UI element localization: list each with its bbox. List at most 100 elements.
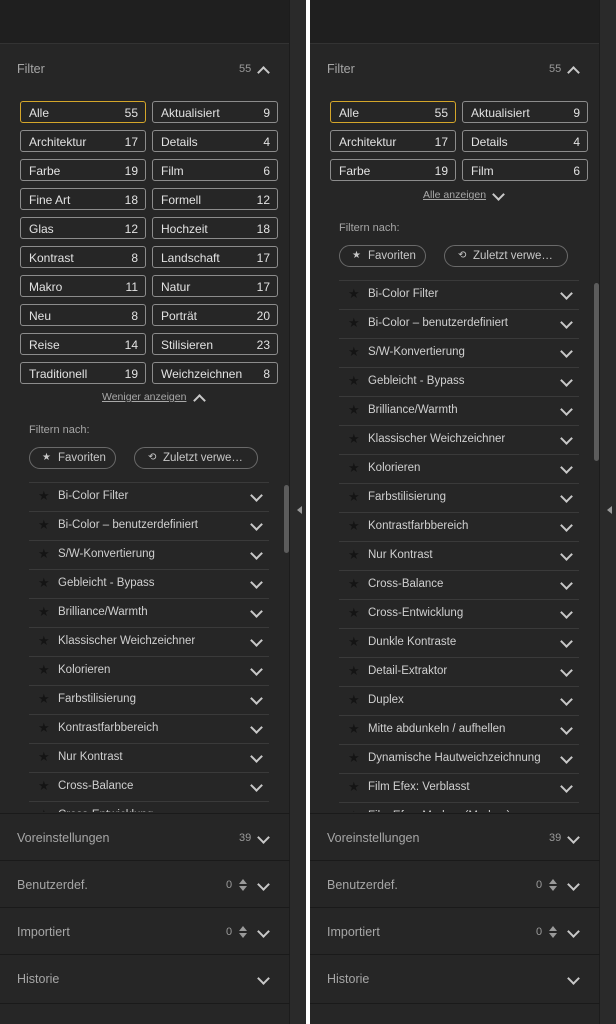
chevron-down-icon[interactable] (560, 664, 573, 677)
list-item[interactable]: ★ Cross-Balance (339, 570, 579, 599)
favorite-star-icon[interactable]: ★ (348, 663, 360, 679)
chevron-down-icon[interactable] (560, 577, 573, 590)
imported-section-title[interactable]: Importiert (17, 925, 70, 939)
filter-tag[interactable]: Aktualisiert 9 (152, 101, 278, 123)
favorite-star-icon[interactable]: ★ (38, 575, 50, 591)
filter-tag[interactable]: Weichzeichnen 8 (152, 362, 278, 384)
list-item[interactable]: ★ Bi-Color – benutzerdefiniert (29, 511, 269, 540)
scrollbar[interactable] (284, 485, 289, 553)
list-item[interactable]: ★ Brilliance/Warmth (29, 598, 269, 627)
favorite-star-icon[interactable]: ★ (348, 518, 360, 534)
history-section-title[interactable]: Historie (17, 972, 59, 986)
imported-section-title[interactable]: Importiert (327, 925, 380, 939)
chevron-up-icon[interactable] (193, 394, 206, 407)
preset-list[interactable]: ★ Bi-Color Filter ★ Bi-Color – benutzerdefi… (339, 280, 579, 812)
chevron-down-icon[interactable] (560, 780, 573, 793)
list-item[interactable]: ★ Film Efex: Modern (Marken) (339, 802, 579, 812)
chevron-down-icon[interactable] (560, 751, 573, 764)
filter-tag[interactable]: Stilisieren 23 (152, 333, 278, 355)
panel-collapse-strip[interactable] (289, 0, 306, 1024)
list-item[interactable]: ★ Cross-Balance (29, 772, 269, 801)
list-item[interactable]: ★ Kontrastfarbbereich (29, 714, 269, 743)
chevron-down-icon[interactable] (560, 693, 573, 706)
filter-tag[interactable]: Natur 17 (152, 275, 278, 297)
filter-tag[interactable]: Formell 12 (152, 188, 278, 210)
chevron-down-icon[interactable] (250, 663, 263, 676)
list-item[interactable]: ★ Kontrastfarbbereich (339, 512, 579, 541)
chevron-down-icon[interactable] (250, 605, 263, 618)
chevron-up-icon[interactable] (567, 66, 580, 79)
sort-icon[interactable] (549, 879, 557, 891)
panel-collapse-strip[interactable] (599, 0, 616, 1024)
history-section-title[interactable]: Historie (327, 972, 369, 986)
favorite-star-icon[interactable]: ★ (348, 808, 360, 812)
chevron-down-icon[interactable] (257, 878, 270, 891)
chevron-down-icon[interactable] (257, 972, 270, 985)
list-item[interactable]: ★ Dunkle Kontraste (339, 628, 579, 657)
favorite-star-icon[interactable]: ★ (38, 778, 50, 794)
show-all-link[interactable]: Alle anzeigen (423, 189, 486, 201)
favorite-star-icon[interactable]: ★ (348, 605, 360, 621)
chevron-down-icon[interactable] (567, 831, 580, 844)
list-item[interactable]: ★ S/W-Konvertierung (29, 540, 269, 569)
sort-icon[interactable] (239, 926, 247, 938)
favorite-star-icon[interactable]: ★ (348, 779, 360, 795)
favorite-star-icon[interactable]: ★ (38, 807, 50, 812)
sort-icon[interactable] (549, 926, 557, 938)
list-item[interactable]: ★ Bi-Color Filter (339, 280, 579, 309)
filter-tag[interactable]: Film 6 (462, 159, 588, 181)
chevron-down-icon[interactable] (560, 461, 573, 474)
filter-tag[interactable]: Architektur 17 (330, 130, 456, 152)
chevron-down-icon[interactable] (560, 287, 573, 300)
list-item[interactable]: ★ Brilliance/Warmth (339, 396, 579, 425)
list-item[interactable]: ★ Cross-Entwicklung (29, 801, 269, 812)
favorite-star-icon[interactable]: ★ (348, 489, 360, 505)
chevron-down-icon[interactable] (560, 548, 573, 561)
list-item[interactable]: ★ Cross-Entwicklung (339, 599, 579, 628)
filter-tag[interactable]: Makro 11 (20, 275, 146, 297)
filter-tag[interactable]: Neu 8 (20, 304, 146, 326)
chevron-down-icon[interactable] (567, 972, 580, 985)
filter-tag[interactable]: Film 6 (152, 159, 278, 181)
list-item[interactable]: ★ Farbstilisierung (29, 685, 269, 714)
filter-tag[interactable]: Landschaft 17 (152, 246, 278, 268)
favorite-star-icon[interactable]: ★ (38, 633, 50, 649)
list-item[interactable]: ★ Dynamische Hautweichzeichnung (339, 744, 579, 773)
favorite-star-icon[interactable]: ★ (38, 662, 50, 678)
favorite-star-icon[interactable]: ★ (348, 373, 360, 389)
favorite-star-icon[interactable]: ★ (38, 749, 50, 765)
list-item[interactable]: ★ Film Efex: Verblasst (339, 773, 579, 802)
favorite-star-icon[interactable]: ★ (348, 692, 360, 708)
recently-used-button[interactable]: ⟲ Zuletzt verwe… (134, 447, 258, 469)
collapse-left-icon[interactable] (297, 506, 302, 514)
favorite-star-icon[interactable]: ★ (348, 460, 360, 476)
chevron-down-icon[interactable] (560, 809, 573, 812)
chevron-down-icon[interactable] (257, 925, 270, 938)
recently-used-button[interactable]: ⟲ Zuletzt verwe… (444, 245, 568, 267)
favorite-star-icon[interactable]: ★ (38, 691, 50, 707)
list-item[interactable]: ★ Bi-Color – benutzerdefiniert (339, 309, 579, 338)
filter-tag[interactable]: Traditionell 19 (20, 362, 146, 384)
list-item[interactable]: ★ Gebleicht - Bypass (339, 367, 579, 396)
list-item[interactable]: ★ Mitte abdunkeln / aufhellen (339, 715, 579, 744)
chevron-down-icon[interactable] (560, 345, 573, 358)
filter-tag[interactable]: Farbe 19 (20, 159, 146, 181)
list-item[interactable]: ★ Kolorieren (339, 454, 579, 483)
chevron-down-icon[interactable] (250, 634, 263, 647)
favorite-star-icon[interactable]: ★ (348, 344, 360, 360)
favorite-star-icon[interactable]: ★ (348, 634, 360, 650)
favorite-star-icon[interactable]: ★ (348, 402, 360, 418)
favorites-button[interactable]: ★ Favoriten (29, 447, 116, 469)
filter-tag[interactable]: Alle 55 (330, 101, 456, 123)
chevron-down-icon[interactable] (560, 519, 573, 532)
list-item[interactable]: ★ Nur Kontrast (339, 541, 579, 570)
chevron-down-icon[interactable] (567, 925, 580, 938)
chevron-down-icon[interactable] (250, 750, 263, 763)
favorite-star-icon[interactable]: ★ (38, 546, 50, 562)
list-item[interactable]: ★ Klassischer Weichzeichner (29, 627, 269, 656)
chevron-down-icon[interactable] (250, 721, 263, 734)
chevron-down-icon[interactable] (250, 692, 263, 705)
presets-section-title[interactable]: Voreinstellungen (327, 831, 419, 845)
filter-tag[interactable]: Details 4 (152, 130, 278, 152)
favorite-star-icon[interactable]: ★ (38, 517, 50, 533)
